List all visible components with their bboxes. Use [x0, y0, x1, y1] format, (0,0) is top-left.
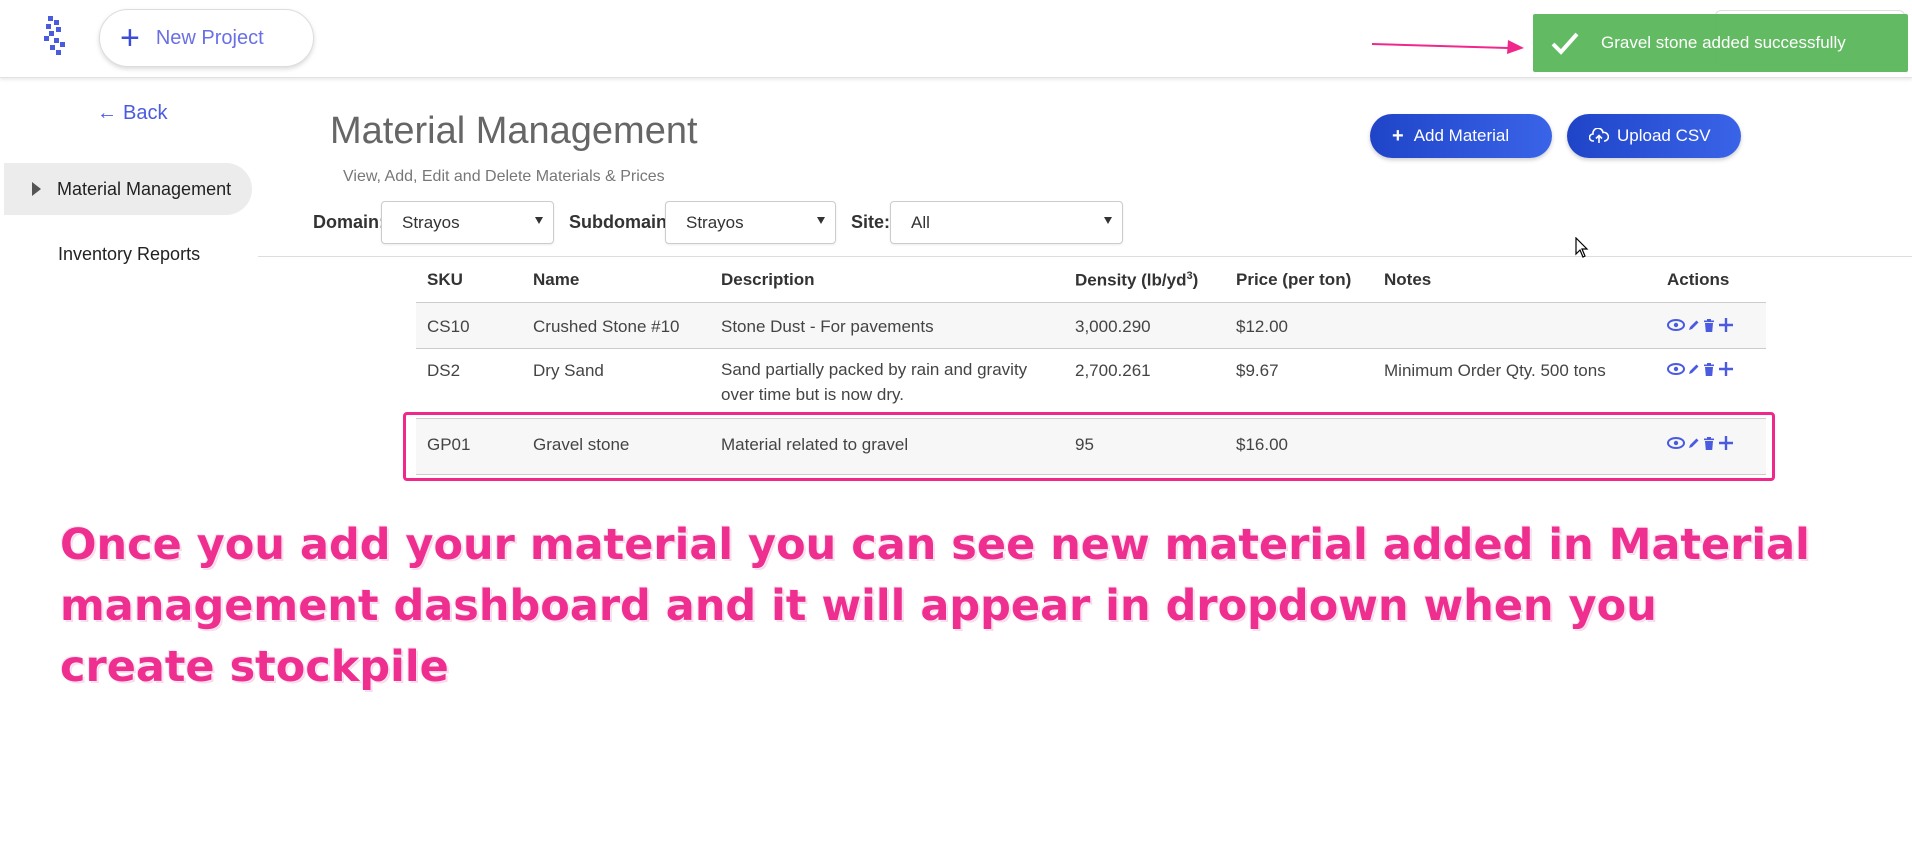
- row-actions: [1667, 317, 1734, 333]
- cell-description: Sand partially packed by rain and gravit…: [721, 360, 1028, 404]
- cell-name: Crushed Stone #10: [533, 317, 680, 336]
- upload-csv-label: Upload CSV: [1617, 126, 1711, 145]
- logo-icon[interactable]: [40, 14, 72, 56]
- plus-icon[interactable]: [1718, 317, 1734, 333]
- header-description: Description: [721, 270, 815, 289]
- add-material-label: Add Material: [1413, 126, 1510, 145]
- cell-notes: Minimum Order Qty. 500 tons: [1384, 361, 1606, 380]
- trash-icon[interactable]: [1703, 362, 1715, 376]
- back-link[interactable]: ← Back: [97, 102, 167, 125]
- success-toast[interactable]: Gravel stone added successfully: [1533, 14, 1908, 72]
- cell-price: $9.67: [1236, 361, 1279, 380]
- table-row[interactable]: CS10 Crushed Stone #10 Stone Dust - For …: [416, 303, 1766, 349]
- cursor-icon: [1575, 237, 1589, 258]
- eye-icon[interactable]: [1667, 363, 1685, 375]
- pencil-icon[interactable]: [1688, 319, 1700, 331]
- cell-density: 2,700.261: [1075, 361, 1151, 380]
- sidebar-item-label: Inventory Reports: [58, 243, 201, 264]
- cell-price: $12.00: [1236, 317, 1288, 336]
- cell-sku: CS10: [427, 317, 470, 336]
- cloud-upload-icon: [1589, 128, 1609, 143]
- check-icon: [1551, 32, 1579, 55]
- new-project-label: New Project: [155, 26, 264, 49]
- pencil-icon[interactable]: [1688, 363, 1700, 375]
- sidebar-item-inventory-reports[interactable]: Inventory Reports: [4, 228, 200, 280]
- subdomain-label: Subdomain:: [569, 212, 673, 232]
- subdomain-select[interactable]: Strayos: [665, 201, 836, 244]
- new-row-highlight: [403, 412, 1775, 481]
- domain-value: Strayos: [402, 212, 460, 232]
- page-subtitle: View, Add, Edit and Delete Materials & P…: [343, 168, 665, 185]
- new-project-button[interactable]: + New Project: [99, 9, 314, 67]
- domain-label: Domain:: [313, 212, 385, 232]
- back-label: Back: [123, 102, 168, 124]
- chevron-down-icon: [1104, 217, 1112, 224]
- header-density: Density (lb/yd3): [1075, 270, 1199, 290]
- sidebar-item-material-management[interactable]: Material Management: [4, 163, 252, 215]
- subdomain-value: Strayos: [686, 212, 744, 232]
- cell-name: Dry Sand: [533, 361, 604, 380]
- table-header: SKU Name Description Density (lb/yd3) Pr…: [416, 258, 1766, 303]
- arrow-left-icon: ←: [97, 102, 117, 124]
- header-name: Name: [533, 270, 580, 289]
- plus-icon[interactable]: [1718, 361, 1734, 377]
- caret-right-icon: [32, 182, 41, 196]
- divider: [258, 256, 1912, 257]
- cell-density: 3,000.290: [1075, 317, 1151, 336]
- header-notes: Notes: [1384, 270, 1432, 289]
- cell-description: Stone Dust - For pavements: [721, 317, 934, 336]
- table-row[interactable]: DS2 Dry Sand Sand partially packed by ra…: [416, 349, 1766, 419]
- page-title: Material Management: [330, 110, 698, 152]
- cell-sku: DS2: [427, 361, 461, 380]
- domain-select[interactable]: Strayos: [381, 201, 554, 244]
- header-actions: Actions: [1667, 270, 1730, 289]
- sidebar-item-label: Material Management: [57, 178, 232, 199]
- annotation-caption: Once you add your material you can see n…: [60, 520, 1810, 692]
- toast-message: Gravel stone added successfully: [1601, 33, 1846, 52]
- site-label: Site:: [851, 212, 891, 232]
- chevron-down-icon: [817, 217, 825, 224]
- header-price: Price (per ton): [1236, 270, 1352, 289]
- site-value: All: [911, 212, 930, 232]
- plus-icon: +: [120, 19, 140, 57]
- add-material-button[interactable]: + Add Material: [1370, 114, 1552, 158]
- trash-icon[interactable]: [1703, 318, 1715, 332]
- header-sku: SKU: [427, 270, 463, 289]
- annotation-arrow: [1372, 40, 1524, 54]
- eye-icon[interactable]: [1667, 319, 1685, 331]
- plus-icon: +: [1392, 124, 1404, 147]
- upload-csv-button[interactable]: Upload CSV: [1567, 114, 1741, 158]
- row-actions: [1667, 361, 1734, 377]
- site-select[interactable]: All: [890, 201, 1123, 244]
- chevron-down-icon: [535, 217, 543, 224]
